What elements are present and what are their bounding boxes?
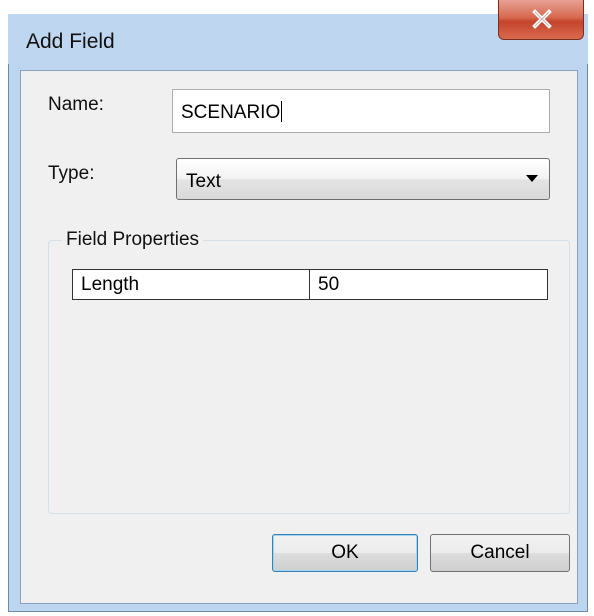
text-caret	[281, 101, 283, 122]
type-dropdown-value: Text	[186, 171, 221, 192]
chevron-down-icon	[526, 175, 538, 182]
close-button[interactable]	[498, 0, 584, 40]
type-label: Type:	[48, 163, 95, 184]
cancel-button[interactable]: Cancel	[430, 534, 570, 572]
name-label: Name:	[48, 94, 104, 115]
property-key-cell: Length	[72, 269, 310, 300]
name-input[interactable]: SCENARIO	[172, 89, 550, 133]
type-dropdown[interactable]: Text	[176, 158, 550, 200]
ok-button[interactable]: OK	[272, 534, 418, 572]
property-value-cell[interactable]: 50	[309, 269, 548, 300]
close-icon	[532, 9, 552, 29]
field-properties-legend: Field Properties	[62, 229, 204, 251]
name-input-value: SCENARIO	[181, 102, 281, 123]
add-field-dialog: Add Field Name: SCENARIO Type: Text Fiel…	[0, 0, 594, 616]
field-properties-table: Length 50	[72, 269, 548, 300]
table-row: Length 50	[72, 269, 548, 300]
window-title: Add Field	[26, 30, 115, 53]
